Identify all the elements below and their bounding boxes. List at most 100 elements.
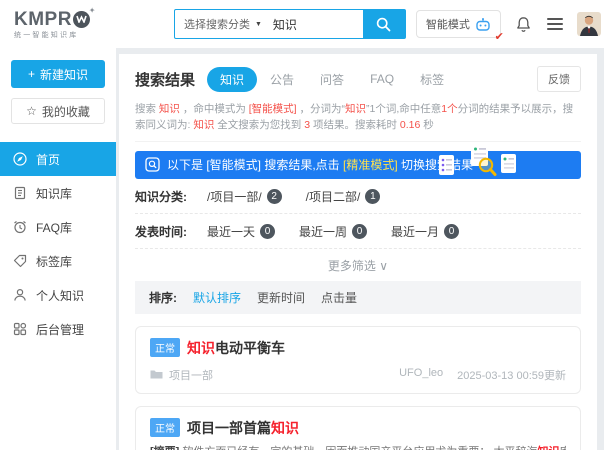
summary-keyword: 知识 <box>345 103 366 115</box>
alarm-clock-icon <box>13 220 27 234</box>
grid-icon <box>13 322 27 336</box>
app-body: + 新建知识 ☆ 我的收藏 首页 知识库 <box>0 48 604 450</box>
sort-update-time[interactable]: 更新时间 <box>257 289 305 306</box>
search-button[interactable] <box>363 10 405 38</box>
search-category-dropdown[interactable]: 选择搜索分类 ▼ <box>175 10 271 38</box>
plus-icon: + <box>28 67 35 81</box>
result-category: 项目一部 <box>169 367 213 383</box>
sidebar-menu: 首页 知识库 FAQ库 标签库 <box>0 142 116 346</box>
person-icon <box>13 288 27 302</box>
summary-text: 项结果。搜索耗时 <box>310 119 400 131</box>
mode-switch-banner: 以下是 [智能模式] 搜索结果,点击 [精准模式] 切换搜索结果 <box>135 151 581 179</box>
sort-default[interactable]: 默认排序 <box>193 289 241 306</box>
filter-time-label: 最近一天 <box>207 223 255 240</box>
result-card: 正常 知识电动平衡车 项目一部 UFO_leo 2025-03-13 00:59… <box>135 326 581 394</box>
sidebar-item-label: 知识库 <box>36 185 72 202</box>
summary-text: ，命中模式为 <box>180 103 249 115</box>
count-badge: 0 <box>260 224 275 239</box>
count-badge: 0 <box>444 224 459 239</box>
sidebar-item-tags[interactable]: 标签库 <box>0 244 116 278</box>
filter-last-week[interactable]: 最近一周 0 <box>299 223 367 240</box>
filter-last-month[interactable]: 最近一月 0 <box>391 223 459 240</box>
sidebar-item-knowledge-base[interactable]: 知识库 <box>0 176 116 210</box>
result-abstract: [摘要] 软件方面已经有一定的基础，因而推动国产平台应用尤为重要； 太平辞海知识… <box>150 444 566 450</box>
spark-icon: ✦ <box>89 7 96 15</box>
star-icon: ☆ <box>26 104 37 118</box>
search-input[interactable] <box>271 10 363 38</box>
result-footer: 项目一部 UFO_leo 2025-03-13 00:59更新 <box>150 367 566 383</box>
tab-tags[interactable]: 标签 <box>407 67 457 92</box>
status-badge: 正常 <box>150 418 180 437</box>
time-filter-row: 发表时间: 最近一天 0 最近一周 0 最近一月 0 <box>135 214 581 249</box>
sidebar: + 新建知识 ☆ 我的收藏 首页 知识库 <box>0 48 116 450</box>
title-rest: 项目一部首篇 <box>187 420 271 436</box>
abstract-text: 软件方面已经有一定的基础，因而推动国产平台应用尤为重要； 太平辞海 <box>182 446 537 450</box>
tab-qa[interactable]: 问答 <box>307 67 357 92</box>
sidebar-item-label: 首页 <box>36 151 60 168</box>
sidebar-item-admin[interactable]: 后台管理 <box>0 312 116 346</box>
result-type-tabs: 知识 公告 问答 FAQ 标签 <box>207 67 457 92</box>
search-category-label: 选择搜索分类 <box>184 16 250 32</box>
filter-category-2[interactable]: /项目二部/ 1 <box>306 188 381 205</box>
banner-text-post: 切换搜索结果 <box>398 158 473 172</box>
result-title-link[interactable]: 正常 知识电动平衡车 <box>150 338 566 358</box>
filter-time-label: 最近一月 <box>391 223 439 240</box>
category-filter-label: 知识分类: <box>135 188 207 205</box>
smart-mode-label: 智能模式 <box>426 16 470 32</box>
sort-clicks[interactable]: 点击量 <box>321 289 357 306</box>
filter-category-1[interactable]: /项目一部/ 2 <box>207 188 282 205</box>
sidebar-item-faq[interactable]: FAQ库 <box>0 210 116 244</box>
check-icon: ✔ <box>495 30 504 43</box>
title-highlight: 知识 <box>187 340 215 356</box>
brand-logo[interactable]: KMPR ✦ 统一智能知识库 <box>14 10 90 39</box>
filter-last-day[interactable]: 最近一天 0 <box>207 223 275 240</box>
banner-precise-mode-link[interactable]: [精准模式] <box>343 158 398 172</box>
favorites-button[interactable]: ☆ 我的收藏 <box>11 98 105 124</box>
content-area: 搜索结果 知识 公告 问答 FAQ 标签 反馈 搜索 知识 ，命中模式为 [智能… <box>116 48 604 450</box>
banner-text-pre: 以下是 [智能模式] 搜索结果,点击 <box>167 158 343 172</box>
results-header: 搜索结果 知识 公告 问答 FAQ 标签 反馈 <box>135 66 581 92</box>
result-title-link[interactable]: 正常 项目一部首篇知识 <box>150 418 566 438</box>
result-author: UFO_leo <box>399 367 443 383</box>
abstract-highlight: 知识 <box>537 446 559 450</box>
robot-icon <box>475 18 491 31</box>
summary-elapsed: 0.16 <box>400 119 420 131</box>
sort-label: 排序: <box>149 289 177 306</box>
notification-bell-icon[interactable] <box>515 16 532 33</box>
summary-keyword: 知识 <box>159 103 180 115</box>
count-badge: 1 <box>365 189 380 204</box>
caret-down-icon: ▼ <box>255 21 262 28</box>
new-knowledge-button[interactable]: + 新建知识 <box>11 60 105 88</box>
menu-burger-icon[interactable] <box>547 18 563 30</box>
count-badge: 2 <box>267 189 282 204</box>
tab-faq[interactable]: FAQ <box>357 68 407 90</box>
sidebar-item-label: FAQ库 <box>36 219 72 236</box>
new-knowledge-label: 新建知识 <box>40 66 88 83</box>
chevron-down-icon: ∨ <box>379 259 388 273</box>
brand-tagline: 统一智能知识库 <box>14 32 90 39</box>
result-date: 2025-03-13 00:59更新 <box>457 367 566 383</box>
summary-text: 全文搜索为您找到 <box>214 119 304 131</box>
tag-icon <box>13 254 27 268</box>
tab-knowledge[interactable]: 知识 <box>207 67 257 92</box>
user-avatar[interactable] <box>577 12 601 36</box>
tab-announcement[interactable]: 公告 <box>257 67 307 92</box>
brand-name: KMPR <box>14 10 72 29</box>
result-title: 项目一部首篇知识 <box>187 418 299 438</box>
brand-logo-icon: ✦ <box>73 11 90 28</box>
folder-icon <box>150 369 163 380</box>
sidebar-item-personal[interactable]: 个人知识 <box>0 278 116 312</box>
sidebar-item-home[interactable]: 首页 <box>0 142 116 176</box>
more-filters-label: 更多筛选 <box>328 259 376 273</box>
summary-count: 1个 <box>441 103 457 115</box>
title-rest: 电动平衡车 <box>215 340 285 356</box>
smart-mode-button[interactable]: 智能模式 ✔ <box>416 10 501 38</box>
more-filters-toggle[interactable]: 更多筛选 ∨ <box>135 249 581 281</box>
abstract-text: 库本次基础软件升级，涉及到... <box>559 446 566 450</box>
status-badge: 正常 <box>150 338 180 357</box>
title-highlight: 知识 <box>271 420 299 436</box>
top-header: KMPR ✦ 统一智能知识库 选择搜索分类 ▼ 智能模式 ✔ <box>0 0 604 48</box>
search-results-panel: 搜索结果 知识 公告 问答 FAQ 标签 反馈 搜索 知识 ，命中模式为 [智能… <box>119 54 597 450</box>
feedback-button[interactable]: 反馈 <box>537 66 581 92</box>
filter-category-label: /项目一部/ <box>207 188 262 205</box>
